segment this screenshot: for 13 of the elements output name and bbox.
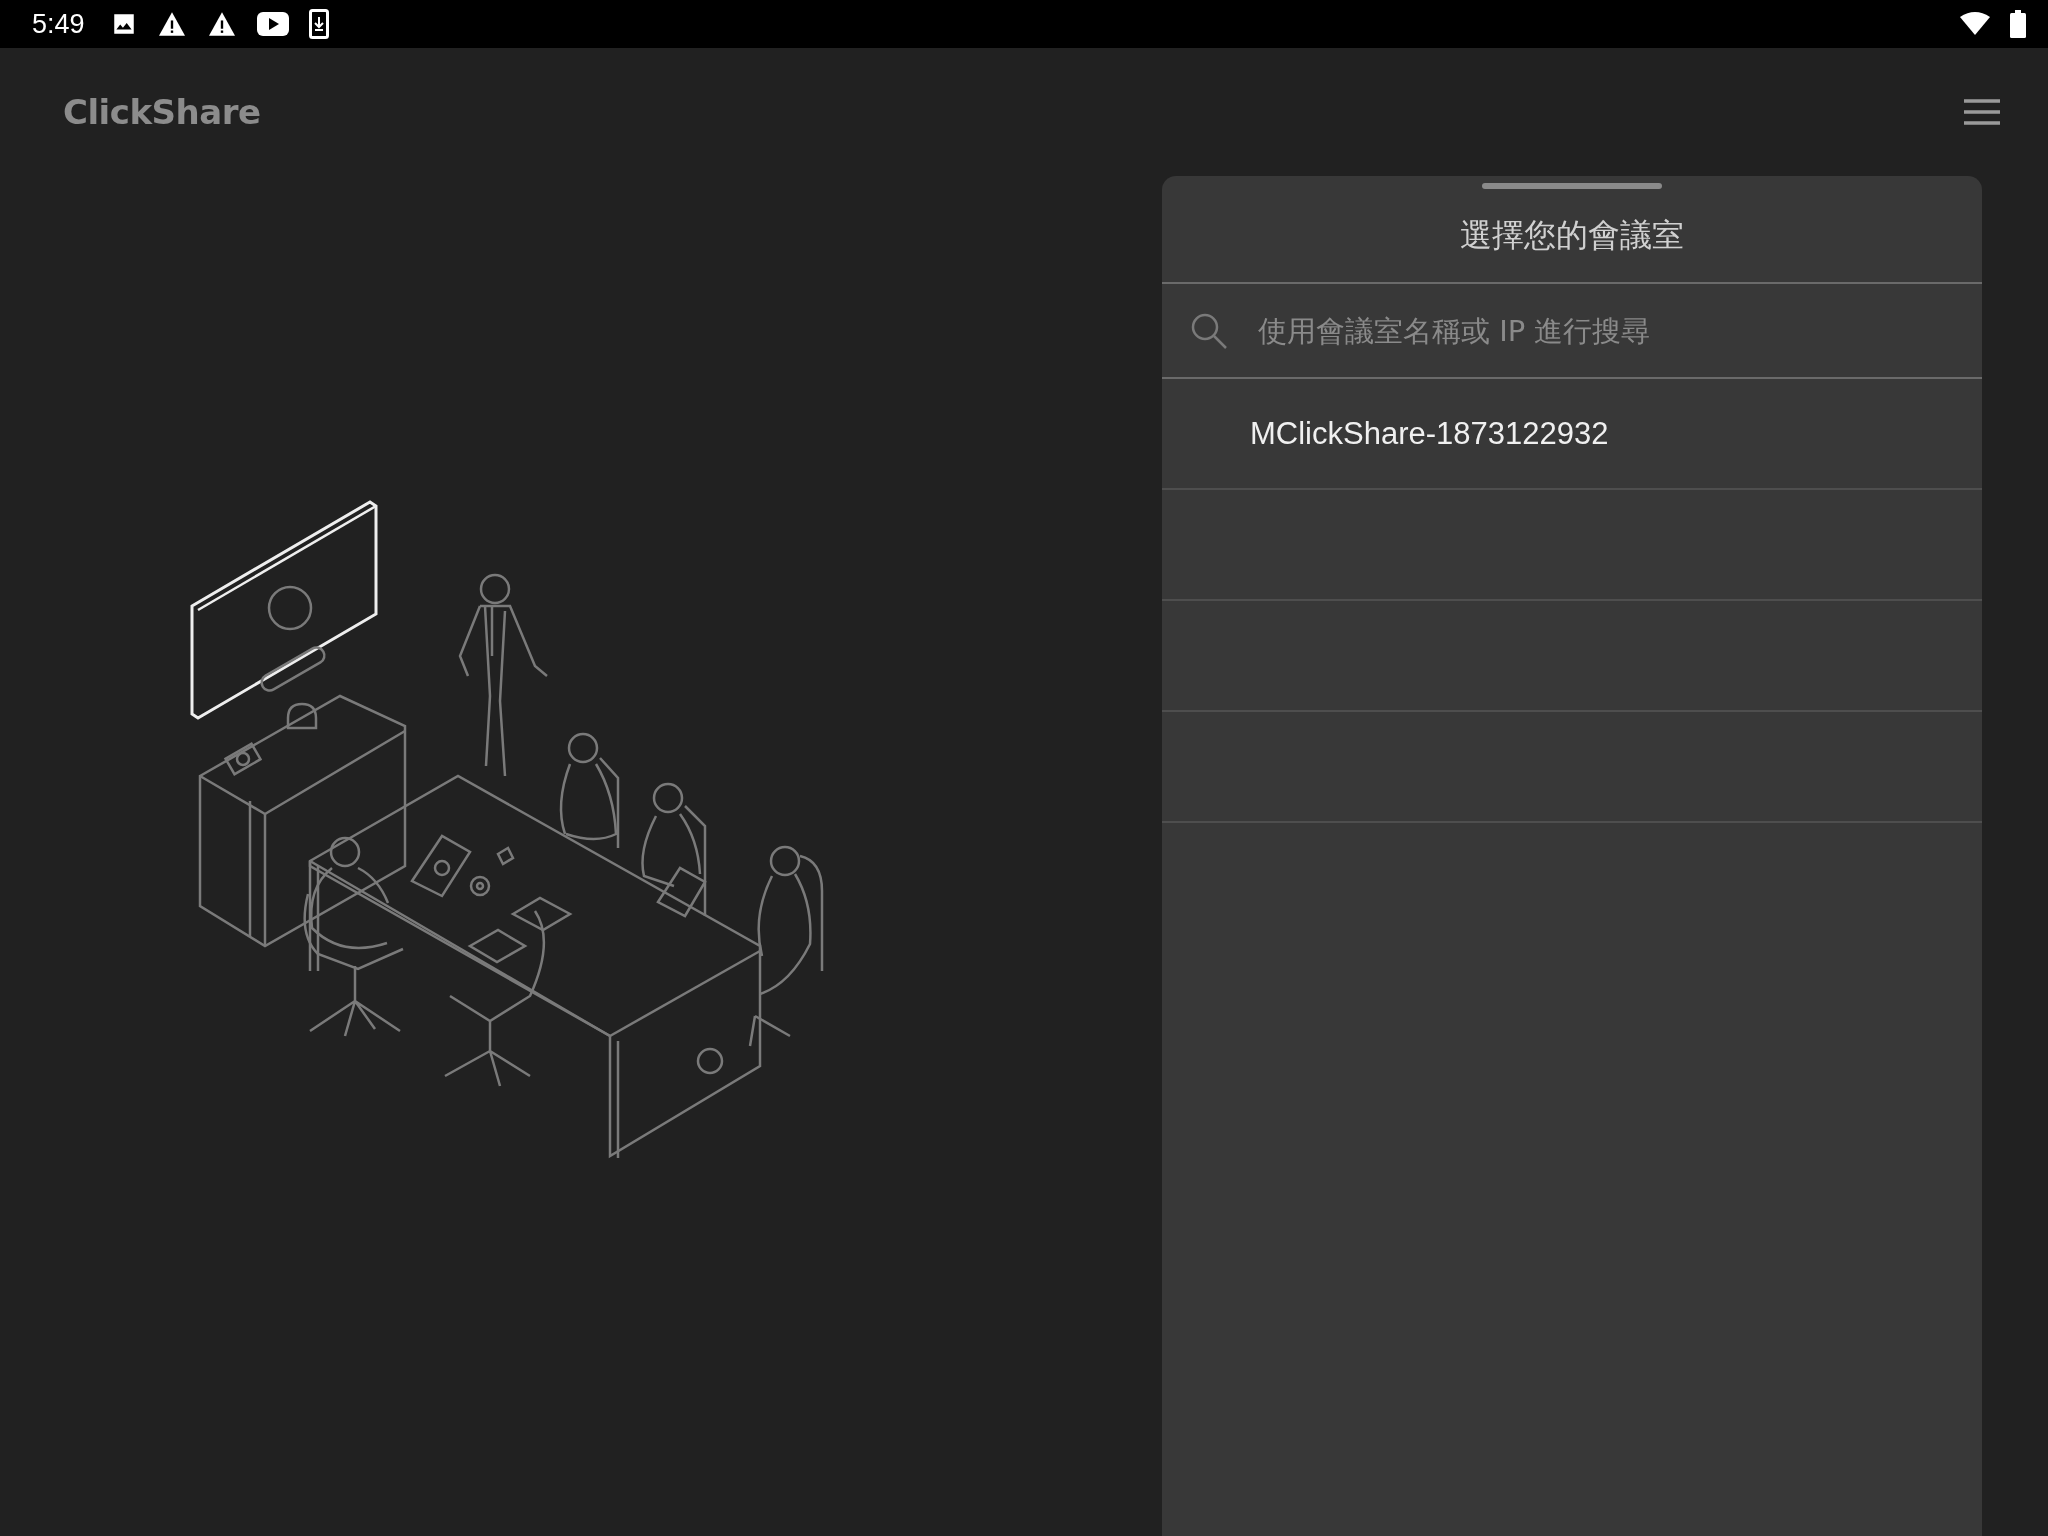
warning-icon	[156, 11, 187, 37]
wifi-icon	[1960, 12, 1990, 36]
play-icon	[256, 12, 289, 36]
search-icon	[1190, 311, 1228, 350]
room-list-item[interactable]: MClickShare-1873122932	[1162, 379, 1982, 490]
app-logo: ClickShare	[63, 92, 261, 132]
battery-icon	[2010, 10, 2026, 38]
drag-handle[interactable]	[1482, 183, 1662, 189]
panel-title: 選擇您的會議室	[1162, 189, 1982, 284]
phone-download-icon	[308, 9, 329, 39]
warning-icon	[206, 11, 237, 37]
status-time: 5:49	[32, 8, 85, 40]
search-field[interactable]: 使用會議室名稱或 IP 進行搜尋	[1256, 312, 1954, 349]
